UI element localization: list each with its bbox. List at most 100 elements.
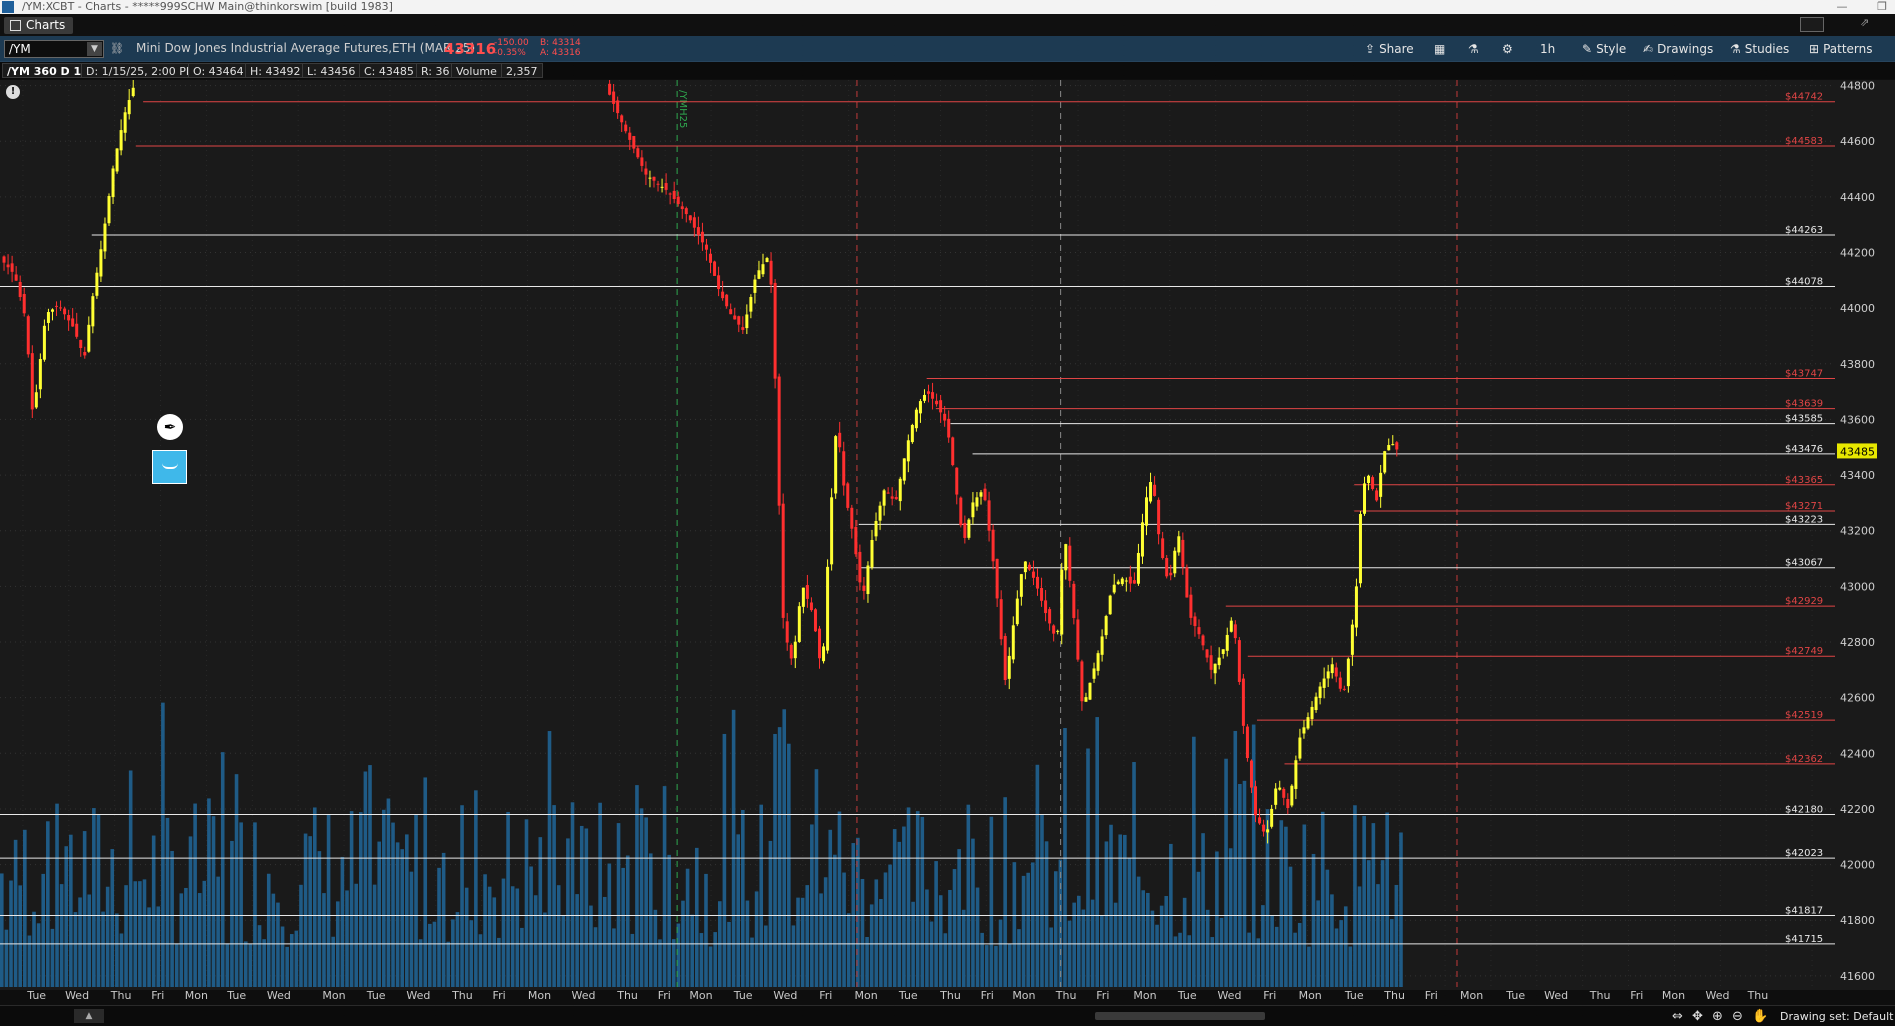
chart-plot-area[interactable]: /YMH25 $44742 $44583 $44263 $44078 $43747 $436… — [0, 80, 1895, 990]
gear-icon: ⚙ — [1502, 42, 1513, 56]
patterns-label: Patterns — [1823, 42, 1873, 56]
candle-body — [1100, 636, 1104, 655]
volume-bar — [1205, 909, 1210, 987]
minimize-icon[interactable]: — — [1822, 0, 1862, 14]
candle-body — [1036, 576, 1040, 589]
volume-bar — [437, 867, 441, 987]
studies-button[interactable]: ⚗ Studies — [1730, 40, 1789, 58]
candle-body — [1044, 600, 1048, 614]
time-axis-label: Wed — [571, 989, 596, 1002]
zoom-in-icon[interactable]: ⊕ — [1712, 1009, 1723, 1024]
volume-bar — [833, 854, 837, 987]
candle-body — [1080, 661, 1084, 702]
volume-bar — [860, 878, 865, 987]
candle-body — [951, 437, 955, 466]
pen-tool-icon[interactable]: ✒ — [157, 414, 183, 440]
tab-charts[interactable]: Charts — [4, 17, 74, 34]
volume-bar — [1063, 728, 1067, 987]
volume-bar — [1192, 736, 1196, 987]
price-level-label: $43223 — [1785, 514, 1823, 525]
volume-bar — [483, 874, 487, 987]
candle-body — [1354, 586, 1358, 628]
volume-bar — [230, 840, 234, 987]
studies-label: Studies — [1744, 42, 1790, 56]
time-axis-label: Tue — [1177, 989, 1197, 1002]
candle-body — [119, 130, 123, 151]
window-layout-icon[interactable] — [1800, 17, 1824, 32]
move-icon[interactable]: ✥ — [1692, 1009, 1703, 1024]
candle-body — [737, 316, 741, 325]
candle-body — [652, 176, 656, 181]
volume-bar — [400, 849, 405, 987]
restore-icon[interactable]: ❐ — [1862, 0, 1895, 14]
price-chart[interactable]: /YMH25 $44742 $44583 $44263 $44078 $43747 $436… — [0, 80, 1895, 990]
pin-icon[interactable]: ⇗ — [1860, 16, 1869, 29]
volume-bar — [1132, 762, 1136, 987]
price-level-label: $42929 — [1785, 596, 1823, 607]
drawing-set-label[interactable]: Drawing set: Default — [1780, 1010, 1893, 1023]
volume-bar — [842, 872, 846, 987]
volume-bar — [998, 919, 1003, 987]
candle-body — [95, 272, 99, 296]
volume-bar — [115, 913, 119, 987]
settings-button[interactable]: ⚙ — [1502, 40, 1517, 58]
candle-body — [1282, 788, 1286, 798]
volume-bar — [879, 899, 883, 987]
bar-high: H: 43492 — [245, 63, 306, 78]
candle-body — [777, 376, 781, 506]
flask-button[interactable]: ⚗ — [1468, 40, 1483, 58]
alert-icon[interactable]: ! — [6, 85, 20, 99]
candle-body — [1048, 609, 1052, 624]
volume-bar — [938, 895, 943, 987]
volume-bar — [1053, 871, 1058, 987]
candle-body — [1096, 653, 1100, 671]
price-axis-label: 41600 — [1840, 970, 1875, 983]
grid-button[interactable]: ▦ — [1434, 40, 1449, 58]
candle-body — [813, 609, 817, 632]
candle-body — [918, 401, 922, 414]
chevron-down-icon[interactable]: ▼ — [87, 42, 102, 56]
candle-body — [1342, 688, 1346, 690]
candle-body — [983, 488, 987, 501]
candle-body — [975, 497, 979, 507]
candle-body — [1310, 706, 1314, 719]
link-icon[interactable]: ⛓ — [110, 42, 124, 56]
pan-arrows-icon[interactable]: ⇔ — [1672, 1009, 1683, 1024]
volume-bar — [345, 890, 349, 987]
price-axis-label: 42400 — [1840, 747, 1875, 760]
time-axis-label: Tue — [227, 989, 247, 1002]
symbol-value: /YM — [9, 42, 31, 56]
horizontal-scrollbar[interactable] — [1095, 1012, 1265, 1020]
timeframe-button[interactable]: 1h — [1540, 40, 1555, 58]
volume-bar — [266, 873, 271, 987]
zoom-out-icon[interactable]: ⊖ — [1732, 1009, 1743, 1024]
volume-bar — [1086, 748, 1090, 987]
candle-body — [608, 83, 612, 95]
candle-body — [50, 309, 54, 312]
volume-bar — [386, 798, 391, 987]
candle-body — [1064, 544, 1068, 571]
symbol-input[interactable]: /YM ▼ — [4, 40, 104, 58]
patterns-button[interactable]: ⊞ Patterns — [1809, 40, 1873, 58]
time-axis-label: Tue — [1506, 989, 1526, 1002]
candle-body — [850, 507, 854, 529]
candle-body — [1387, 445, 1391, 451]
net-change: -150.00 -0.35% — [494, 38, 529, 58]
style-button[interactable]: ✎ Style — [1582, 40, 1626, 58]
hand-icon[interactable]: ✋ — [1752, 1009, 1768, 1024]
volume-bar — [289, 934, 294, 987]
candle-body — [123, 112, 127, 133]
candle-body — [947, 418, 951, 438]
volume-bar — [497, 937, 501, 987]
drawing-tool-box[interactable] — [152, 450, 187, 484]
volume-bar — [1017, 929, 1021, 987]
bar-range: R: 36 — [416, 63, 455, 78]
share-button[interactable]: ⇪ Share — [1365, 40, 1414, 58]
volume-bar — [69, 834, 73, 987]
chart-header: /YM 360 D 1h D: 1/15/25, 2:00 PM O: 4346… — [0, 62, 1895, 79]
candle-body — [664, 183, 668, 190]
expand-icon[interactable]: ▲ — [74, 1009, 104, 1023]
share-icon: ⇪ — [1365, 42, 1376, 56]
volume-bar — [529, 866, 533, 987]
drawings-button[interactable]: ✍ Drawings — [1643, 40, 1713, 58]
